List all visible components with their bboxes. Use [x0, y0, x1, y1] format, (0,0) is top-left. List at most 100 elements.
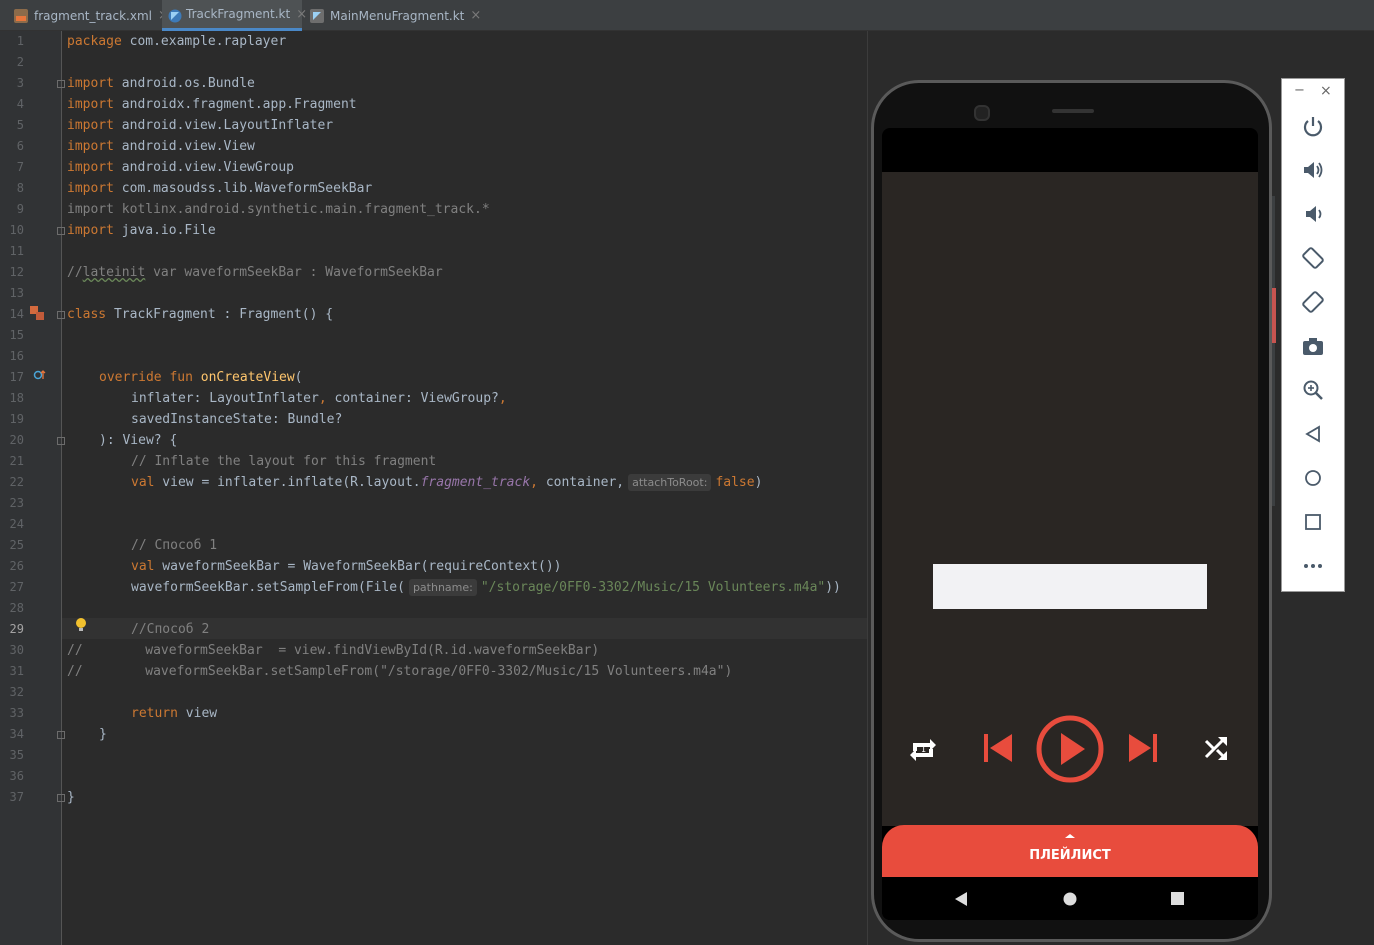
line-number: 26 — [9, 559, 24, 573]
line-number: 28 — [9, 601, 24, 615]
code-line-27: waveformSeekBar.setSampleFrom(File(pathn… — [131, 579, 841, 596]
code-line-20: ): View? { — [99, 433, 178, 448]
nav-overview-icon[interactable] — [1171, 892, 1185, 906]
line-number: 37 — [9, 790, 24, 804]
overview-button[interactable] — [1298, 507, 1328, 537]
android-nav-bar — [882, 877, 1258, 920]
override-method-icon[interactable] — [33, 369, 47, 381]
phone-screen[interactable]: 1 ПЛЕЙЛИСТ — [882, 128, 1258, 920]
editor-tab-bar: fragment_track.xml × TrackFragment.kt × … — [0, 0, 1374, 31]
volume-down-icon — [1306, 206, 1322, 222]
line-number: 10 — [9, 223, 24, 237]
fold-marker[interactable] — [57, 80, 65, 88]
tab-main-menu-fragment-kt[interactable]: MainMenuFragment.kt × — [310, 0, 481, 31]
overview-icon — [1305, 514, 1321, 530]
tab-label: MainMenuFragment.kt — [330, 8, 465, 23]
rotate-right-button[interactable] — [1298, 287, 1328, 317]
back-button[interactable] — [1298, 419, 1328, 449]
fold-marker[interactable] — [57, 227, 65, 235]
playlist-button[interactable]: ПЛЕЙЛИСТ — [882, 825, 1258, 877]
tab-fragment-track-xml[interactable]: fragment_track.xml × — [14, 0, 169, 31]
line-number: 8 — [16, 181, 24, 195]
line-number: 29 — [9, 622, 24, 636]
code-line-7: import android.view.ViewGroup — [67, 160, 294, 175]
code-line-14: class TrackFragment : Fragment() { — [67, 307, 334, 322]
line-number: 7 — [16, 160, 24, 174]
code-editor[interactable]: package com.example.raplayer import andr… — [67, 31, 841, 805]
code-line-22: val view = inflater.inflate(R.layout.fra… — [131, 474, 763, 491]
close-tab-icon[interactable]: × — [470, 8, 481, 23]
code-line-26: val waveformSeekBar = WaveformSeekBar(re… — [131, 559, 562, 574]
kotlin-file-icon — [310, 9, 324, 23]
code-line-5: import android.view.LayoutInflater — [67, 118, 334, 133]
player-background: 1 — [882, 172, 1258, 826]
power-button[interactable] — [1298, 111, 1328, 141]
lightbulb-icon[interactable] — [75, 617, 87, 633]
emulator-side-panel: − × — [1281, 78, 1345, 592]
close-tab-icon[interactable]: × — [296, 7, 307, 22]
skip-previous-icon[interactable] — [982, 732, 1014, 764]
line-number: 21 — [9, 454, 24, 468]
line-number: 35 — [9, 748, 24, 762]
repeat-one-icon[interactable]: 1 — [908, 734, 938, 762]
home-button[interactable] — [1298, 463, 1328, 493]
tab-track-fragment-kt[interactable]: TrackFragment.kt × — [162, 0, 307, 31]
skip-next-icon[interactable] — [1127, 732, 1159, 764]
shuffle-icon[interactable] — [1202, 735, 1230, 763]
line-number: 30 — [9, 643, 24, 657]
back-icon — [1305, 425, 1320, 443]
volume-up-icon — [1304, 162, 1323, 178]
kotlin-file-icon — [168, 9, 182, 23]
more-button[interactable] — [1298, 551, 1328, 581]
code-line-10: import java.io.File — [67, 223, 216, 238]
play-icon[interactable] — [1035, 714, 1105, 784]
tab-label: TrackFragment.kt — [186, 7, 291, 21]
waveform-seekbar[interactable] — [933, 564, 1207, 609]
code-line-33: return view — [131, 706, 218, 721]
error-stripe-marker[interactable] — [1272, 288, 1276, 343]
home-icon — [1305, 470, 1321, 486]
volume-down-button[interactable] — [1298, 199, 1328, 229]
tab-label: fragment_track.xml — [34, 8, 152, 23]
line-number: 36 — [9, 769, 24, 783]
rotate-left-button[interactable] — [1298, 243, 1328, 273]
code-line-37: } — [67, 790, 75, 805]
camera-icon — [1303, 338, 1323, 355]
line-number: 33 — [9, 706, 24, 720]
fold-marker[interactable] — [57, 794, 65, 802]
class-run-icon[interactable] — [30, 306, 46, 320]
minimize-icon[interactable]: − — [1294, 83, 1305, 98]
line-number: 4 — [16, 97, 24, 111]
line-number: 31 — [9, 664, 24, 678]
code-line-34: } — [99, 727, 107, 742]
line-number: 12 — [9, 265, 24, 279]
line-number: 24 — [9, 517, 24, 531]
speaker-grille — [1052, 109, 1094, 113]
svg-text:1: 1 — [921, 745, 926, 754]
volume-up-button[interactable] — [1298, 155, 1328, 185]
code-line-30: // waveformSeekBar = view.findViewById(R… — [67, 643, 600, 658]
line-number: 32 — [9, 685, 24, 699]
fold-marker[interactable] — [57, 311, 65, 319]
editor-scrollbar[interactable] — [1272, 196, 1275, 506]
code-line-1: package com.example.raplayer — [67, 34, 287, 49]
screenshot-button[interactable] — [1298, 331, 1328, 361]
line-number: 5 — [16, 118, 24, 132]
line-number: 15 — [9, 328, 24, 342]
line-number: 19 — [9, 412, 24, 426]
line-number: 25 — [9, 538, 24, 552]
nav-home-icon[interactable] — [1063, 892, 1077, 906]
nav-back-icon[interactable] — [954, 891, 968, 907]
fold-marker[interactable] — [57, 437, 65, 445]
line-number: 2 — [16, 55, 24, 69]
code-line-3: import android.os.Bundle — [67, 76, 255, 91]
rotate-left-icon — [1302, 247, 1324, 269]
line-number: 1 — [16, 34, 24, 48]
line-number: 3 — [16, 76, 24, 90]
code-line-29: //Способ 2 — [131, 622, 210, 637]
code-line-18: inflater: LayoutInflater, container: Vie… — [131, 391, 507, 406]
fold-marker[interactable] — [57, 731, 65, 739]
close-icon[interactable]: × — [1320, 83, 1332, 99]
line-number: 18 — [9, 391, 24, 405]
zoom-button[interactable] — [1298, 375, 1328, 405]
